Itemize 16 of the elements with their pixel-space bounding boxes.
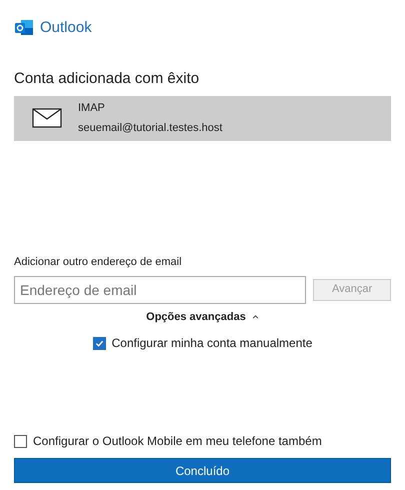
advanced-options-toggle[interactable]: Opções avançadas [146, 308, 259, 325]
checkbox-label: Configurar minha conta manualmente [112, 335, 312, 352]
account-item[interactable]: IMAP seuemail@tutorial.testes.host [14, 96, 391, 140]
account-type: IMAP [78, 100, 106, 116]
add-account-label: Adicionar outro endereço de email [14, 255, 183, 270]
checkbox[interactable] [92, 336, 106, 350]
checkbox[interactable] [14, 434, 27, 448]
checkbox-label: Configurar o Outlook Mobile em meu telefone também [33, 433, 322, 450]
account-email: seuemail@tutorial.testes.host [78, 121, 222, 136]
app-name: Outlook [40, 18, 92, 38]
caret-icon [252, 314, 259, 319]
envelope-icon [32, 108, 62, 128]
email-field[interactable]: Endereço de email [14, 276, 306, 304]
outlook-logo-icon [14, 18, 34, 38]
done-button[interactable]: Concluído [14, 458, 391, 483]
section-heading: Conta adicionada com êxito [14, 69, 200, 89]
